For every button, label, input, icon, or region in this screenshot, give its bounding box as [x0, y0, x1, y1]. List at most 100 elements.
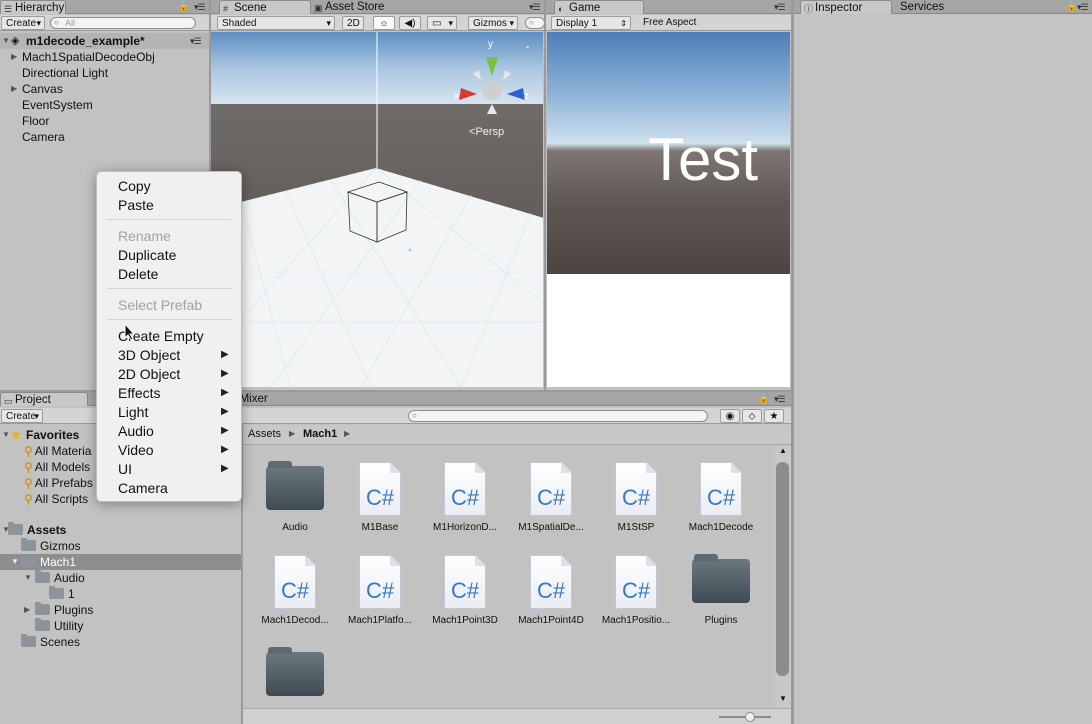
menu-item-copy[interactable]: Copy: [118, 177, 151, 196]
hierarchy-item[interactable]: Floor: [0, 113, 209, 129]
shading-mode-dropdown[interactable]: Shaded: [217, 16, 335, 30]
expand-triangle-icon[interactable]: ▼: [11, 554, 19, 570]
scene-tabbar: # Scene ▣ Asset Store ▾☰: [211, 0, 544, 14]
hierarchy-create-button[interactable]: Create: [1, 16, 45, 30]
expand-triangle-icon[interactable]: ▼: [2, 427, 10, 443]
submenu-arrow-icon: ▶: [221, 425, 229, 436]
asset-script[interactable]: C# Mach1Decod...: [250, 545, 340, 633]
hierarchy-search-input[interactable]: All: [50, 17, 196, 29]
menu-item-delete[interactable]: Delete: [118, 265, 158, 284]
folder-icon: [35, 602, 50, 615]
assets-row[interactable]: ▼ Assets: [0, 522, 241, 538]
breadcrumb: Assets ▶ Mach1 ▶: [243, 425, 791, 445]
panel-menu-icon[interactable]: ▾☰: [529, 2, 541, 13]
game-viewport[interactable]: Test: [547, 32, 790, 387]
lock-icon[interactable]: 🔒: [178, 1, 189, 12]
star-icon: ★: [769, 411, 779, 422]
menu-item-camera[interactable]: Camera: [118, 479, 168, 498]
csharp-file-icon: C#: [530, 555, 572, 609]
asset-folder[interactable]: [250, 638, 340, 708]
menu-item-video[interactable]: Video ▶: [118, 441, 229, 460]
zoom-slider-thumb[interactable]: [745, 712, 755, 722]
panel-menu-icon[interactable]: ▾☰: [1077, 2, 1089, 13]
tree-item-1[interactable]: 1: [0, 586, 241, 602]
menu-item-ui[interactable]: UI ▶: [118, 460, 229, 479]
expand-triangle-icon[interactable]: ▼: [24, 570, 32, 586]
menu-item-3d-object[interactable]: 3D Object ▶: [118, 346, 229, 365]
effects-dropdown[interactable]: ▭: [427, 16, 457, 30]
collapsed-triangle-icon[interactable]: ▶: [11, 81, 17, 97]
hierarchy-item[interactable]: ▶ Mach1SpatialDecodeObj: [0, 49, 209, 65]
hierarchy-item[interactable]: Directional Light: [0, 65, 209, 81]
menu-item-light[interactable]: Light ▶: [118, 403, 229, 422]
scene-search-input[interactable]: [525, 17, 545, 29]
tree-item-mach1[interactable]: ▼ Mach1: [0, 554, 241, 570]
menu-item-duplicate[interactable]: Duplicate: [118, 246, 176, 265]
tab-asset-store[interactable]: ▣ Asset Store: [311, 0, 411, 14]
tab-game[interactable]: ◐ Game: [554, 0, 644, 14]
collapsed-triangle-icon[interactable]: ▶: [24, 602, 30, 618]
aspect-dropdown[interactable]: Free Aspect: [639, 16, 789, 30]
game-tabbar: ◐ Game ▾☰: [546, 0, 791, 14]
lighting-toggle-button[interactable]: ☼: [373, 16, 395, 30]
asset-script[interactable]: C# M1HorizonD...: [420, 452, 510, 540]
lock-icon[interactable]: ▪: [526, 42, 529, 52]
filter-type-button[interactable]: ◉: [720, 409, 740, 423]
hierarchy-item[interactable]: ▶ Canvas: [0, 81, 209, 97]
asset-script[interactable]: C# Mach1Point3D: [420, 545, 510, 633]
tab-hierarchy[interactable]: ☰ Hierarchy: [0, 0, 66, 14]
tree-item-plugins[interactable]: ▶ Plugins: [0, 602, 241, 618]
asset-scrollbar[interactable]: ▲ ▼: [775, 446, 791, 708]
asset-script[interactable]: C# M1Base: [335, 452, 425, 540]
persp-label[interactable]: <Persp: [469, 126, 504, 138]
tab-scene[interactable]: # Scene: [219, 0, 311, 14]
hierarchy-item[interactable]: Camera: [0, 129, 209, 145]
collapsed-triangle-icon[interactable]: ▶: [11, 49, 17, 65]
menu-separator: [107, 319, 231, 320]
lock-icon[interactable]: 🔒: [1066, 1, 1077, 12]
lock-icon[interactable]: 🔒: [758, 393, 769, 404]
breadcrumb-assets[interactable]: Assets: [248, 428, 281, 440]
menu-item-2d-object[interactable]: 2D Object ▶: [118, 365, 229, 384]
panel-menu-icon[interactable]: ▾☰: [194, 2, 206, 13]
tab-services[interactable]: Services: [892, 0, 988, 14]
tree-item-utility[interactable]: Utility: [0, 618, 241, 634]
menu-item-audio[interactable]: Audio ▶: [118, 422, 229, 441]
gizmos-dropdown[interactable]: Gizmos: [468, 16, 518, 30]
project-create-button[interactable]: Create: [1, 409, 43, 423]
expand-triangle-icon[interactable]: ▼: [2, 33, 10, 49]
menu-item-effects[interactable]: Effects ▶: [118, 384, 229, 403]
asset-script[interactable]: C# Mach1Point4D: [506, 545, 596, 633]
tree-item-scenes[interactable]: Scenes: [0, 634, 241, 650]
scene-row[interactable]: ▼ ◈ m1decode_example* ▾☰: [0, 33, 209, 49]
splitter[interactable]: [544, 0, 546, 390]
asset-script[interactable]: C# Mach1Decode: [676, 452, 766, 540]
scroll-thumb[interactable]: [776, 462, 789, 676]
asset-folder-audio[interactable]: Audio: [250, 452, 340, 540]
asset-folder-plugins[interactable]: Plugins: [676, 545, 766, 633]
breadcrumb-mach1[interactable]: Mach1: [303, 428, 337, 440]
scroll-up-icon[interactable]: ▲: [779, 446, 787, 455]
scene-viewport[interactable]: y x z ▪ <Persp: [211, 32, 543, 387]
scene-menu-icon[interactable]: ▾☰: [190, 33, 202, 49]
audio-toggle-button[interactable]: ◀): [399, 16, 421, 30]
scroll-down-icon[interactable]: ▼: [779, 694, 787, 703]
asset-script[interactable]: C# Mach1Platfo...: [335, 545, 425, 633]
favorite-button[interactable]: ★: [764, 409, 784, 423]
asset-script[interactable]: C# M1StSP: [591, 452, 681, 540]
tab-inspector[interactable]: ⓘ Inspector: [800, 0, 892, 14]
tree-item-audio[interactable]: ▼ Audio: [0, 570, 241, 586]
filter-label-button[interactable]: ⬦: [742, 409, 762, 423]
tab-project[interactable]: ▭ Project: [0, 392, 88, 406]
folder-tab-icon: ▭: [4, 396, 13, 406]
tree-item-gizmos[interactable]: Gizmos: [0, 538, 241, 554]
project-search-input[interactable]: [408, 410, 708, 422]
2d-toggle-button[interactable]: 2D: [342, 16, 364, 30]
asset-script[interactable]: C# M1SpatialDe...: [506, 452, 596, 540]
panel-menu-icon[interactable]: ▾☰: [774, 2, 786, 13]
display-dropdown[interactable]: Display 1 ⇕: [551, 16, 631, 30]
panel-menu-icon[interactable]: ▾☰: [774, 394, 786, 405]
asset-script[interactable]: C# Mach1Positio...: [591, 545, 681, 633]
menu-item-paste[interactable]: Paste: [118, 196, 154, 215]
hierarchy-item[interactable]: EventSystem: [0, 97, 209, 113]
